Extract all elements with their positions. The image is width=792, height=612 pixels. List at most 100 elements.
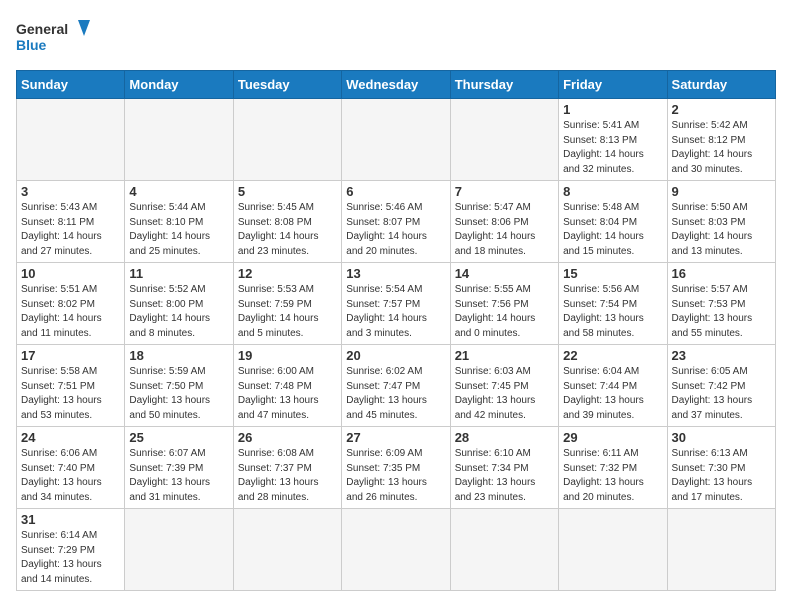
calendar-cell: 15 Sunrise: 5:56 AM Sunset: 7:54 PM Dayli…: [559, 263, 667, 345]
day-info: Sunrise: 5:47 AM Sunset: 8:06 PM Dayligh…: [455, 201, 554, 259]
day-number: 8: [563, 184, 662, 199]
day-info: Sunrise: 6:03 AM Sunset: 7:45 PM Dayligh…: [455, 365, 554, 423]
day-number: 6: [346, 184, 445, 199]
calendar-cell: [125, 509, 233, 591]
day-number: 20: [346, 348, 445, 363]
day-info: Sunrise: 5:59 AM Sunset: 7:50 PM Dayligh…: [129, 365, 228, 423]
calendar-cell: 7 Sunrise: 5:47 AM Sunset: 8:06 PM Daylig…: [450, 181, 558, 263]
calendar-cell: 1 Sunrise: 5:41 AM Sunset: 8:13 PM Daylig…: [559, 99, 667, 181]
calendar-cell: 22Sunrise: 6:04 AM Sunset: 7:44 PM Dayli…: [559, 345, 667, 427]
calendar-cell: 18 Sunrise: 5:59 AM Sunset: 7:50 PM Dayli…: [125, 345, 233, 427]
weekday-row: SundayMondayTuesdayWednesdayThursdayFrid…: [17, 71, 776, 99]
calendar-cell: 6Sunrise: 5:46 AM Sunset: 8:07 PM Daylig…: [342, 181, 450, 263]
calendar-cell: 11 Sunrise: 5:52 AM Sunset: 8:00 PM Dayli…: [125, 263, 233, 345]
logo: GeneralBlue: [16, 16, 96, 60]
day-number: 18: [129, 348, 228, 363]
day-info: Sunrise: 5:56 AM Sunset: 7:54 PM Dayligh…: [563, 283, 662, 341]
day-number: 1: [563, 102, 662, 117]
day-info: Sunrise: 5:52 AM Sunset: 8:00 PM Dayligh…: [129, 283, 228, 341]
calendar-week-4: 24 Sunrise: 6:06 AM Sunset: 7:40 PM Dayli…: [17, 427, 776, 509]
day-number: 15: [563, 266, 662, 281]
day-number: 27: [346, 430, 445, 445]
day-info: Sunrise: 5:54 AM Sunset: 7:57 PM Dayligh…: [346, 283, 445, 341]
calendar-cell: 19 Sunrise: 6:00 AM Sunset: 7:48 PM Dayli…: [233, 345, 341, 427]
calendar-cell: [125, 99, 233, 181]
day-number: 30: [672, 430, 771, 445]
day-number: 10: [21, 266, 120, 281]
day-info: Sunrise: 5:45 AM Sunset: 8:08 PM Dayligh…: [238, 201, 337, 259]
svg-text:General: General: [16, 21, 68, 37]
day-info: Sunrise: 6:07 AM Sunset: 7:39 PM Dayligh…: [129, 447, 228, 505]
day-info: Sunrise: 6:06 AM Sunset: 7:40 PM Dayligh…: [21, 447, 120, 505]
day-number: 28: [455, 430, 554, 445]
day-info: Sunrise: 6:02 AM Sunset: 7:47 PM Dayligh…: [346, 365, 445, 423]
weekday-header-tuesday: Tuesday: [233, 71, 341, 99]
day-info: Sunrise: 6:11 AM Sunset: 7:32 PM Dayligh…: [563, 447, 662, 505]
day-number: 4: [129, 184, 228, 199]
logo-svg: GeneralBlue: [16, 16, 96, 60]
calendar-cell: 13 Sunrise: 5:54 AM Sunset: 7:57 PM Dayli…: [342, 263, 450, 345]
day-number: 22: [563, 348, 662, 363]
day-info: Sunrise: 5:43 AM Sunset: 8:11 PM Dayligh…: [21, 201, 120, 259]
calendar-cell: 10Sunrise: 5:51 AM Sunset: 8:02 PM Dayli…: [17, 263, 125, 345]
calendar-cell: 4 Sunrise: 5:44 AM Sunset: 8:10 PM Daylig…: [125, 181, 233, 263]
day-info: Sunrise: 6:00 AM Sunset: 7:48 PM Dayligh…: [238, 365, 337, 423]
calendar-cell: [667, 509, 775, 591]
calendar-cell: [342, 99, 450, 181]
day-number: 9: [672, 184, 771, 199]
day-number: 25: [129, 430, 228, 445]
day-number: 3: [21, 184, 120, 199]
calendar-week-3: 17 Sunrise: 5:58 AM Sunset: 7:51 PM Dayli…: [17, 345, 776, 427]
calendar-cell: [559, 509, 667, 591]
calendar-cell: 26Sunrise: 6:08 AM Sunset: 7:37 PM Dayli…: [233, 427, 341, 509]
day-info: Sunrise: 5:55 AM Sunset: 7:56 PM Dayligh…: [455, 283, 554, 341]
calendar-cell: 16Sunrise: 5:57 AM Sunset: 7:53 PM Dayli…: [667, 263, 775, 345]
calendar-cell: [233, 509, 341, 591]
day-number: 31: [21, 512, 120, 527]
calendar: SundayMondayTuesdayWednesdayThursdayFrid…: [16, 70, 776, 591]
day-number: 21: [455, 348, 554, 363]
calendar-cell: 8Sunrise: 5:48 AM Sunset: 8:04 PM Daylig…: [559, 181, 667, 263]
weekday-header-friday: Friday: [559, 71, 667, 99]
calendar-cell: 12Sunrise: 5:53 AM Sunset: 7:59 PM Dayli…: [233, 263, 341, 345]
day-number: 19: [238, 348, 337, 363]
day-number: 11: [129, 266, 228, 281]
calendar-week-1: 3 Sunrise: 5:43 AM Sunset: 8:11 PM Daylig…: [17, 181, 776, 263]
calendar-cell: 9Sunrise: 5:50 AM Sunset: 8:03 PM Daylig…: [667, 181, 775, 263]
day-info: Sunrise: 5:53 AM Sunset: 7:59 PM Dayligh…: [238, 283, 337, 341]
calendar-cell: 20 Sunrise: 6:02 AM Sunset: 7:47 PM Dayli…: [342, 345, 450, 427]
day-number: 17: [21, 348, 120, 363]
calendar-body: 1 Sunrise: 5:41 AM Sunset: 8:13 PM Daylig…: [17, 99, 776, 591]
calendar-header: SundayMondayTuesdayWednesdayThursdayFrid…: [17, 71, 776, 99]
day-number: 2: [672, 102, 771, 117]
calendar-cell: 29Sunrise: 6:11 AM Sunset: 7:32 PM Dayli…: [559, 427, 667, 509]
calendar-cell: 25 Sunrise: 6:07 AM Sunset: 7:39 PM Dayli…: [125, 427, 233, 509]
weekday-header-saturday: Saturday: [667, 71, 775, 99]
calendar-cell: 30 Sunrise: 6:13 AM Sunset: 7:30 PM Dayli…: [667, 427, 775, 509]
weekday-header-wednesday: Wednesday: [342, 71, 450, 99]
day-number: 26: [238, 430, 337, 445]
day-number: 7: [455, 184, 554, 199]
calendar-cell: 24 Sunrise: 6:06 AM Sunset: 7:40 PM Dayli…: [17, 427, 125, 509]
day-info: Sunrise: 5:42 AM Sunset: 8:12 PM Dayligh…: [672, 119, 771, 177]
calendar-cell: [342, 509, 450, 591]
calendar-cell: 5Sunrise: 5:45 AM Sunset: 8:08 PM Daylig…: [233, 181, 341, 263]
day-info: Sunrise: 6:10 AM Sunset: 7:34 PM Dayligh…: [455, 447, 554, 505]
day-info: Sunrise: 6:13 AM Sunset: 7:30 PM Dayligh…: [672, 447, 771, 505]
calendar-cell: [233, 99, 341, 181]
svg-text:Blue: Blue: [16, 37, 47, 53]
calendar-cell: [450, 99, 558, 181]
day-info: Sunrise: 5:41 AM Sunset: 8:13 PM Dayligh…: [563, 119, 662, 177]
calendar-cell: 21 Sunrise: 6:03 AM Sunset: 7:45 PM Dayli…: [450, 345, 558, 427]
calendar-cell: 2 Sunrise: 5:42 AM Sunset: 8:12 PM Daylig…: [667, 99, 775, 181]
day-info: Sunrise: 5:44 AM Sunset: 8:10 PM Dayligh…: [129, 201, 228, 259]
calendar-cell: 23Sunrise: 6:05 AM Sunset: 7:42 PM Dayli…: [667, 345, 775, 427]
calendar-cell: [17, 99, 125, 181]
day-info: Sunrise: 5:58 AM Sunset: 7:51 PM Dayligh…: [21, 365, 120, 423]
day-number: 24: [21, 430, 120, 445]
day-info: Sunrise: 6:09 AM Sunset: 7:35 PM Dayligh…: [346, 447, 445, 505]
day-number: 16: [672, 266, 771, 281]
calendar-cell: 17 Sunrise: 5:58 AM Sunset: 7:51 PM Dayli…: [17, 345, 125, 427]
weekday-header-sunday: Sunday: [17, 71, 125, 99]
day-number: 13: [346, 266, 445, 281]
